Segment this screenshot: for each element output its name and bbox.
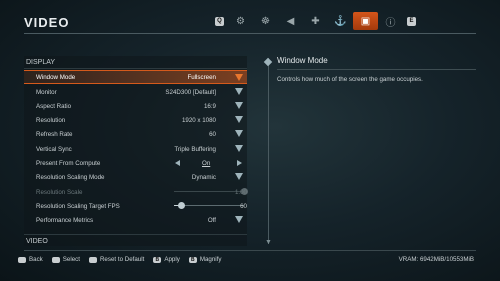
key-icon (88, 256, 97, 263)
dropdown-arrow-icon[interactable] (235, 88, 243, 95)
setting-monitor[interactable]: Monitor S24D300 [Default] (24, 85, 247, 99)
setting-value: Dynamic (191, 173, 216, 181)
tab-accessibility[interactable]: ⚓ (328, 12, 353, 30)
info-icon: ⓘ (385, 17, 396, 29)
setting-value: 1920 x 1080 (181, 116, 216, 124)
dropdown-arrow-icon[interactable] (235, 74, 243, 81)
panel-divider (268, 58, 269, 244)
hint-label: Reset to Default (99, 256, 145, 263)
dropdown-arrow-icon[interactable] (235, 130, 243, 137)
target-fps-slider[interactable] (174, 202, 244, 209)
setting-target-fps[interactable]: Resolution Scaling Target FPS 60 (24, 199, 247, 213)
gears-icon: ⚙ (236, 15, 245, 27)
setting-vertical-sync[interactable]: Vertical Sync Triple Buffering (24, 142, 247, 156)
setting-label: Resolution Scaling Mode (36, 173, 105, 181)
dropdown-arrow-icon[interactable] (235, 216, 243, 223)
setting-label: Performance Metrics (36, 216, 94, 224)
dropdown-arrow-icon[interactable] (235, 102, 243, 109)
key-icon (18, 256, 26, 263)
diamond-icon (263, 57, 273, 67)
next-tab-key[interactable]: E (407, 16, 416, 26)
arrow-left-icon[interactable] (175, 160, 180, 166)
hint-label: Select (62, 256, 80, 263)
audio-icon: ◀ (286, 15, 295, 27)
hint-label: Back (29, 256, 43, 263)
setting-label: Aspect Ratio (36, 102, 72, 110)
hint-label: Apply (164, 256, 180, 263)
setting-performance-metrics[interactable]: Performance Metrics Off (24, 213, 247, 227)
tab-video[interactable]: ▣ (353, 12, 378, 30)
setting-value: Triple Buffering (174, 145, 216, 153)
hint-apply[interactable]: B Apply (153, 256, 180, 263)
slider-knob[interactable] (177, 202, 185, 209)
setting-window-mode[interactable]: Window Mode Fullscreen (24, 70, 247, 84)
monitor-icon: ▣ (360, 15, 371, 27)
hint-label: Magnify (199, 256, 222, 263)
setting-refresh-rate[interactable]: Refresh Rate 60 (24, 127, 247, 141)
setting-label: Vertical Sync (36, 145, 72, 153)
setting-label: Resolution Scaling Target FPS (36, 202, 120, 210)
header-divider (24, 33, 476, 34)
key-icon: B (188, 256, 197, 263)
setting-value: Fullscreen (187, 73, 216, 81)
tab-info[interactable]: ⓘ (378, 12, 403, 30)
tab-audio[interactable]: ◀ (278, 12, 303, 30)
resolution-scale-slider (174, 188, 248, 195)
settings-list: DISPLAY Window Mode Fullscreen Monitor S… (24, 56, 248, 247)
setting-label: Resolution Scale (36, 188, 83, 196)
tab-controls[interactable]: ✚ (303, 12, 328, 30)
page-title: VIDEO (24, 15, 70, 30)
setting-label: Resolution (36, 116, 66, 124)
setting-aspect-ratio[interactable]: Aspect Ratio 16:9 (24, 99, 247, 113)
accessibility-icon: ⚓ (334, 15, 347, 27)
hint-back[interactable]: Back (18, 256, 43, 263)
tab-gears[interactable]: ⚙ (228, 12, 253, 30)
description-divider (277, 69, 476, 70)
hint-reset-to-default[interactable]: Reset to Default (88, 256, 145, 263)
section-header-video: VIDEO (24, 234, 247, 247)
setting-value: 16:9 (203, 102, 216, 110)
setting-label: Monitor (36, 88, 57, 96)
dropdown-arrow-icon[interactable] (235, 173, 243, 180)
description-title: Window Mode (277, 56, 328, 65)
description-panel: Window Mode Controls how much of the scr… (263, 50, 476, 246)
setting-value: 60 (209, 130, 216, 138)
arrow-right-icon[interactable] (237, 160, 242, 166)
tab-bar: Q ⚙ ☸ ◀ ✚ ⚓ ▣ ⓘ E (211, 12, 420, 30)
setting-resolution-scaling-mode[interactable]: Resolution Scaling Mode Dynamic (24, 170, 247, 184)
dropdown-arrow-icon[interactable] (235, 145, 243, 152)
hint-select[interactable]: Select (51, 256, 80, 263)
setting-value: 1.00 (234, 188, 247, 196)
setting-value: S24D300 [Default] (165, 88, 216, 96)
hint-magnify[interactable]: B Magnify (188, 256, 222, 263)
footer-divider (24, 250, 476, 251)
button-hints: Back Select Reset to Default B Apply B Mag… (18, 256, 231, 263)
setting-value: Off (207, 216, 216, 224)
tab-character[interactable]: ☸ (253, 12, 278, 30)
setting-resolution[interactable]: Resolution 1920 x 1080 (24, 113, 247, 127)
setting-value: 60 (240, 202, 247, 210)
setting-label: Refresh Rate (36, 130, 73, 138)
chevron-down-icon: ▼ (265, 239, 272, 246)
prev-tab-key[interactable]: Q (215, 16, 224, 26)
character-icon: ☸ (261, 15, 270, 27)
setting-resolution-scale: Resolution Scale 1.00 (24, 185, 248, 199)
setting-label: Window Mode (36, 73, 76, 81)
dropdown-arrow-icon[interactable] (235, 116, 243, 123)
key-icon: B (153, 256, 162, 263)
setting-value: On (202, 159, 211, 167)
controls-icon: ✚ (311, 15, 320, 27)
description-text: Controls how much of the screen the game… (277, 76, 423, 83)
section-header-display: DISPLAY (24, 56, 247, 69)
vram-readout: VRAM: 6942MiB/10553MiB (398, 256, 474, 263)
key-icon (51, 256, 60, 263)
setting-present-from-compute[interactable]: Present From Compute On (24, 156, 247, 170)
setting-label: Present From Compute (36, 159, 101, 167)
